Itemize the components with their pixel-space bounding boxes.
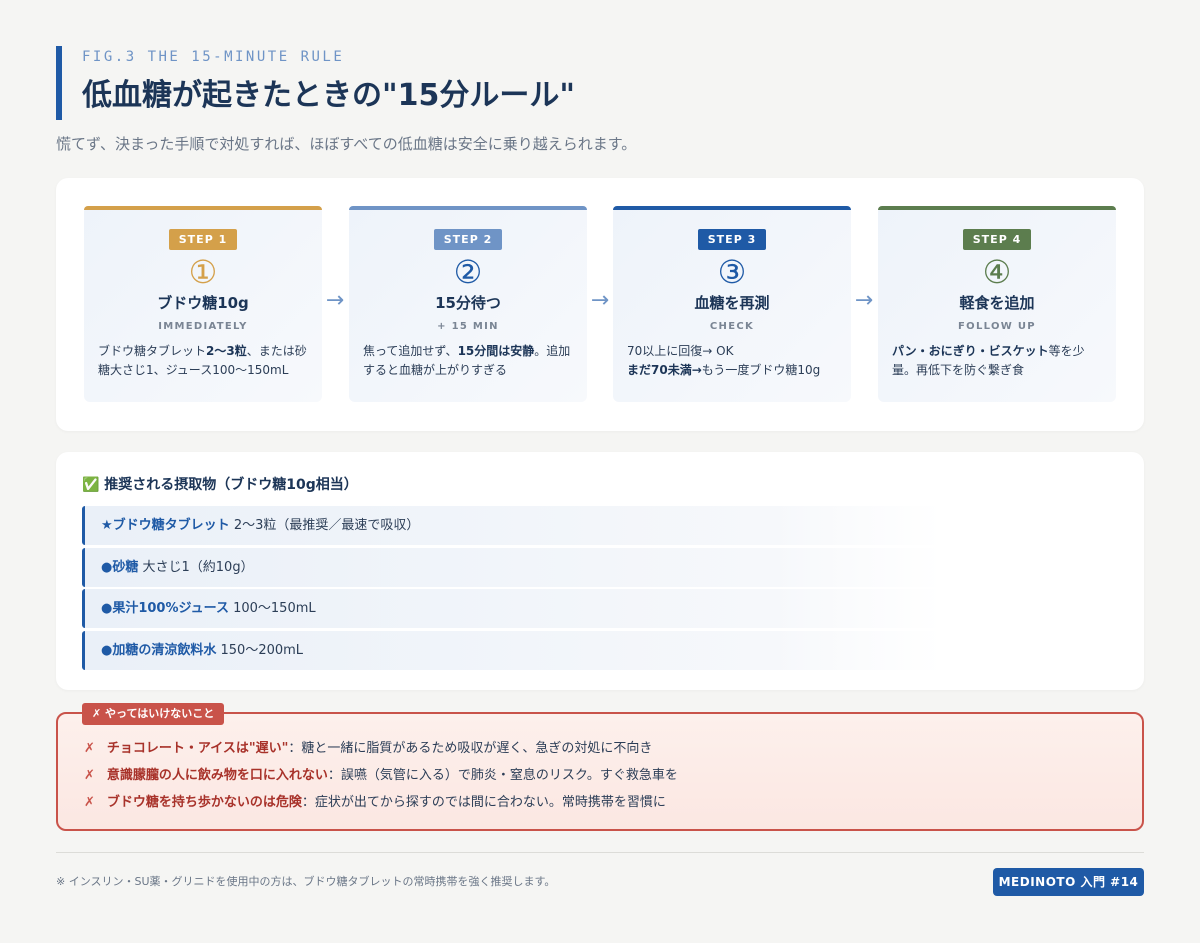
step-3-title: 血糖を再測 [694, 294, 770, 312]
step-2-number: ② [453, 253, 483, 291]
step-1-title: ブドウ糖10g [157, 294, 249, 312]
step-3-accent-bar [613, 206, 851, 210]
warning-text: ：症状が出てから探すのでは間に合わない。常時携帯を習慣に [301, 795, 666, 810]
step-4-badge: STEP 4 [962, 229, 1032, 250]
warning-strong: ブドウ糖を持ち歩かないのは危険 [106, 795, 302, 810]
title-block: FIG.3 THE 15-MINUTE RULE 低血糖が起きたときの"15分ル… [56, 46, 1144, 120]
step-3-desc-part: もう一度ブドウ糖10g [701, 363, 821, 377]
warnings-box: ✗ やってはいけないこと ✗ チョコレート・アイスは"遅い"：糖と一緒に脂質がある… [56, 703, 1144, 831]
warning-text: ：糖と一緒に脂質があるため吸収が遅く、急ぎの対処に不向き [288, 741, 653, 756]
bullet-icon: ● [101, 560, 113, 575]
warning-strong: 意識朦朧の人に飲み物を口に入れない [106, 768, 328, 783]
step-arrow-2: → [590, 288, 610, 313]
cross-icon: ✗ [84, 741, 95, 756]
header: FIG.3 THE 15-MINUTE RULE 低血糖が起きたときの"15分ル… [56, 46, 1144, 154]
step-2-description: 焦って追加せず、15分間は安静。追加すると血糖が上がりすぎる [349, 342, 587, 380]
food-name: 砂糖 [112, 560, 139, 575]
food-name: ブドウ糖タブレット [112, 518, 230, 533]
brand-badge: MEDINOTO 入門 #14 [993, 868, 1144, 896]
cross-icon: ✗ [84, 795, 95, 810]
steps-card: STEP 1 ① ブドウ糖10g IMMEDIATELY ブドウ糖タブレット2〜… [56, 178, 1144, 431]
footnote: ※ インスリン・SU薬・グリニドを使用中の方は、ブドウ糖タブレットの常時携帯を強… [56, 875, 556, 888]
step-1-desc-part: ブドウ糖タブレット [98, 344, 207, 358]
food-item: ●砂糖 大さじ1（約10g） [82, 548, 942, 587]
step-4-number: ④ [982, 253, 1012, 291]
step-3-subtitle: CHECK [709, 321, 755, 332]
step-4-subtitle: FOLLOW UP [958, 321, 1036, 332]
step-4-title: 軽食を追加 [959, 294, 1035, 312]
step-4-accent-bar [878, 206, 1116, 210]
warning-item: ✗ ブドウ糖を持ち歩かないのは危険：症状が出てから探すのでは間に合わない。常時携帯… [84, 794, 666, 812]
step-3-number: ③ [717, 253, 747, 291]
step-1-card: STEP 1 ① ブドウ糖10g IMMEDIATELY ブドウ糖タブレット2〜… [84, 206, 322, 402]
page-title: 低血糖が起きたときの"15分ルール" [82, 78, 576, 113]
food-item: ★ブドウ糖タブレット 2〜3粒（最推奨／最速で吸収） [82, 506, 942, 545]
bullet-icon: ● [101, 601, 113, 616]
warning-item: ✗ チョコレート・アイスは"遅い"：糖と一緒に脂質があるため吸収が遅く、急ぎの対処… [84, 740, 652, 758]
food-amount: 2〜3粒（最推奨／最速で吸収） [233, 518, 420, 533]
food-amount: 100〜150mL [233, 601, 316, 616]
step-3-desc-strong: まだ70未満→ [627, 363, 702, 377]
step-2-desc-part: 焦って追加せず、 [363, 344, 458, 358]
step-4-description: パン・おにぎり・ビスケット等を少量。再低下を防ぐ繋ぎ食 [878, 342, 1116, 380]
recommended-foods-card: ✅ 推奨される摂取物（ブドウ糖10g相当） ★ブドウ糖タブレット 2〜3粒（最推… [56, 452, 1144, 690]
figure-label: FIG.3 THE 15-MINUTE RULE [82, 49, 345, 65]
food-amount: 大さじ1（約10g） [142, 560, 254, 575]
step-arrow-3: → [854, 288, 874, 313]
warning-text: ：誤嚥（気管に入る）で肺炎・窒息のリスク。すぐ救急車を [327, 768, 678, 783]
warning-item: ✗ 意識朦朧の人に飲み物を口に入れない：誤嚥（気管に入る）で肺炎・窒息のリスク。す… [84, 767, 678, 785]
warning-strong: チョコレート・アイスは"遅い" [106, 741, 289, 756]
food-item: ●果汁100%ジュース 100〜150mL [82, 589, 942, 628]
step-3-description: 70以上に回復→ OK まだ70未満→もう一度ブドウ糖10g [613, 342, 851, 380]
step-1-description: ブドウ糖タブレット2〜3粒、または砂糖大さじ1、ジュース100〜150mL [84, 342, 322, 380]
recommended-foods-heading: ✅ 推奨される摂取物（ブドウ糖10g相当） [82, 477, 358, 493]
step-2-accent-bar [349, 206, 587, 210]
step-2-card: STEP 2 ② 15分待つ + 15 MIN 焦って追加せず、15分間は安静。… [349, 206, 587, 402]
warnings-badge: ✗ やってはいけないこと [82, 703, 225, 725]
step-arrow-1: → [325, 288, 345, 313]
step-2-desc-strong: 15分間は安静 [457, 344, 535, 358]
step-1-desc-strong: 2〜3粒 [206, 344, 247, 358]
food-item: ●加糖の清涼飲料水 150〜200mL [82, 631, 942, 670]
step-1-number: ① [188, 253, 218, 291]
step-4-card: STEP 4 ④ 軽食を追加 FOLLOW UP パン・おにぎり・ビスケット等を… [878, 206, 1116, 402]
step-1-accent-bar [84, 206, 322, 210]
page-subtitle: 慌てず、決まった手順で対処すれば、ほぼすべての低血糖は安全に乗り越えられます。 [56, 135, 637, 153]
step-2-subtitle: + 15 MIN [437, 321, 499, 332]
step-3-badge: STEP 3 [697, 229, 767, 250]
step-3-card: STEP 3 ③ 血糖を再測 CHECK 70以上に回復→ OK まだ70未満→も… [613, 206, 851, 402]
food-amount: 150〜200mL [220, 643, 304, 658]
step-1-subtitle: IMMEDIATELY [158, 321, 248, 332]
food-name: 果汁100%ジュース [112, 601, 229, 616]
step-2-badge: STEP 2 [433, 229, 503, 250]
step-1-badge: STEP 1 [168, 229, 238, 250]
step-3-desc-part: 70以上に回復→ OK [627, 344, 734, 358]
star-icon: ★ [101, 518, 113, 533]
cross-icon: ✗ [84, 768, 95, 783]
step-4-desc-strong: パン・おにぎり・ビスケット [892, 344, 1049, 358]
step-2-title: 15分待つ [435, 294, 501, 312]
food-name: 加糖の清涼飲料水 [112, 643, 217, 658]
footer-divider [56, 852, 1144, 853]
bullet-icon: ● [101, 643, 113, 658]
